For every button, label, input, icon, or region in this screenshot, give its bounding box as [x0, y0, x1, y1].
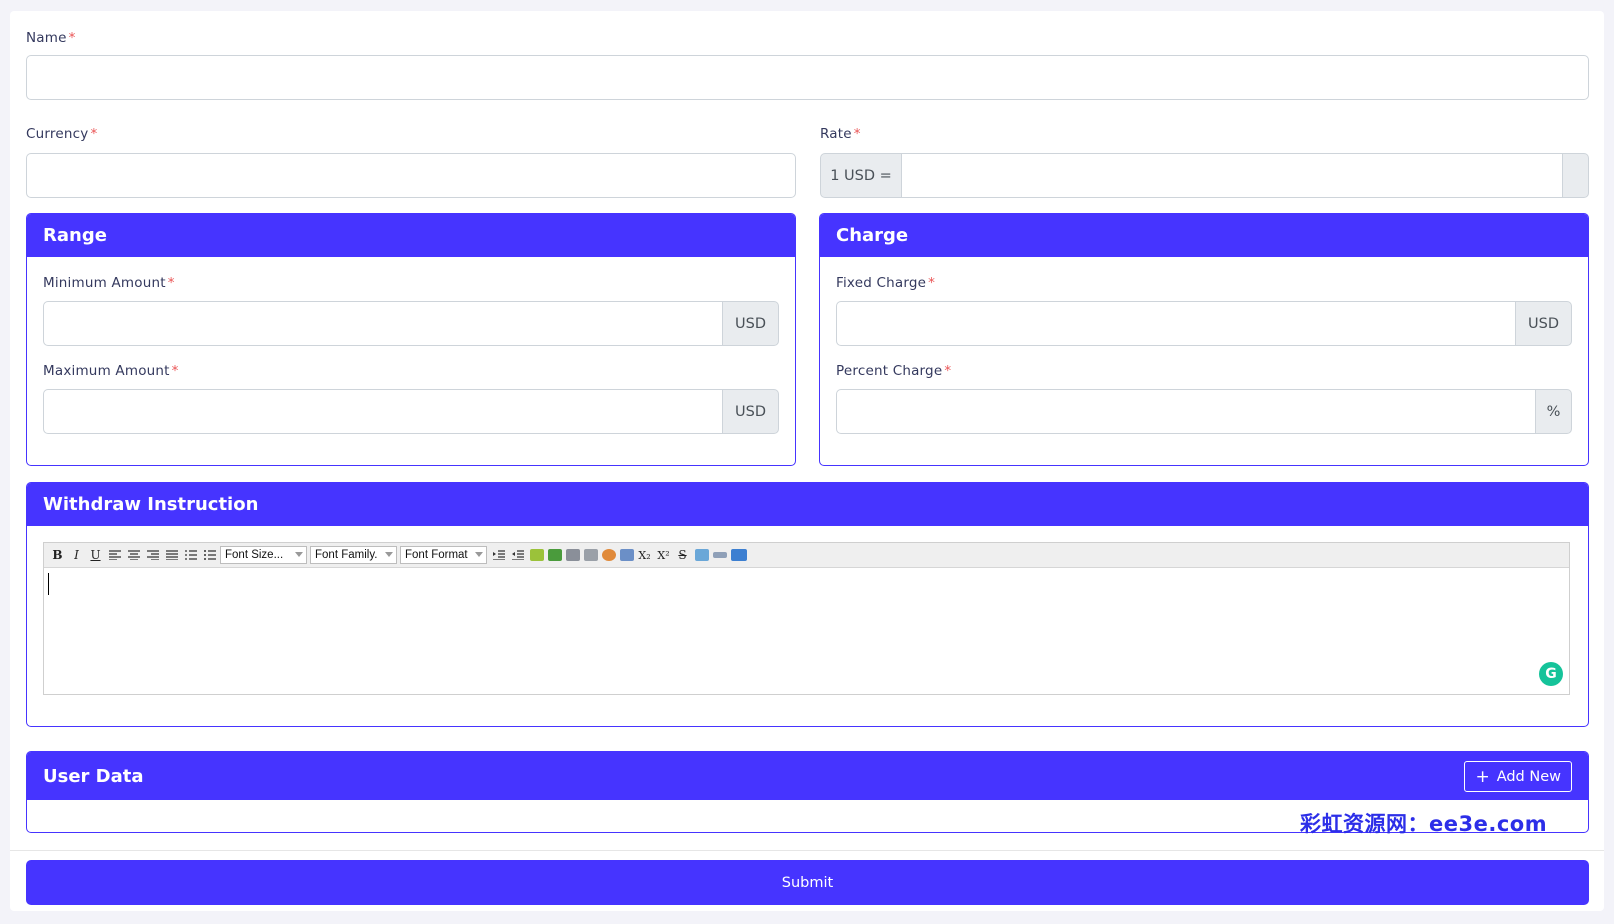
add-new-button[interactable]: + Add New: [1464, 761, 1572, 792]
user-data-title: User Data: [43, 765, 144, 787]
font-format-select[interactable]: Font Format: [400, 546, 487, 564]
rate-input[interactable]: [901, 153, 1563, 198]
charge-panel-header: Charge: [820, 214, 1588, 257]
percent-charge-input[interactable]: [836, 389, 1536, 434]
watermark: 彩虹资源网：ee3e.com: [1300, 812, 1548, 836]
chevron-down-icon: [475, 552, 483, 557]
rate-prefix: 1 USD =: [820, 153, 902, 198]
maximum-amount-input[interactable]: [43, 389, 723, 434]
currency-label: Currency *: [26, 126, 98, 142]
add-new-label: Add New: [1496, 768, 1561, 785]
text-color-icon[interactable]: [530, 549, 544, 561]
maximum-amount-label: Maximum Amount *: [43, 363, 179, 379]
withdraw-instruction-header: Withdraw Instruction: [27, 483, 1588, 526]
editor-toolbar: B I U Font Size... Font Family. Font For…: [44, 543, 1569, 568]
strikethrough-icon[interactable]: S: [674, 547, 691, 564]
charge-title: Charge: [836, 225, 909, 246]
percent-charge-label: Percent Charge *: [836, 363, 952, 379]
underline-button[interactable]: U: [87, 547, 104, 564]
align-justify-icon[interactable]: [163, 547, 180, 564]
indent-icon[interactable]: [490, 547, 507, 564]
range-title: Range: [43, 225, 107, 246]
align-center-icon[interactable]: [125, 547, 142, 564]
edit-html-icon[interactable]: [620, 549, 634, 561]
image-icon[interactable]: [602, 549, 616, 561]
required-mark: *: [171, 363, 179, 379]
ordered-list-icon[interactable]: [182, 547, 199, 564]
background-color-icon[interactable]: [548, 549, 562, 561]
font-size-select[interactable]: Font Size...: [220, 546, 307, 564]
unlink-icon[interactable]: [584, 549, 598, 561]
chevron-down-icon: [385, 552, 393, 557]
superscript-icon[interactable]: X²: [655, 547, 672, 564]
range-panel-header: Range: [27, 214, 795, 257]
withdraw-instruction-title: Withdraw Instruction: [43, 494, 259, 515]
editor-content[interactable]: [48, 571, 1565, 690]
grammarly-icon[interactable]: G: [1539, 662, 1563, 686]
required-mark: *: [167, 275, 175, 291]
subscript-icon[interactable]: X₂: [636, 547, 653, 564]
italic-button[interactable]: I: [68, 547, 85, 564]
currency-input[interactable]: [26, 153, 796, 198]
submit-button[interactable]: Submit: [26, 860, 1589, 905]
minimum-amount-input[interactable]: [43, 301, 723, 346]
maximum-amount-unit: USD: [722, 389, 779, 434]
required-mark: *: [944, 363, 952, 379]
required-mark: *: [90, 126, 98, 142]
name-input[interactable]: [26, 55, 1589, 100]
plus-icon: +: [1475, 766, 1490, 787]
remove-format-icon[interactable]: [695, 549, 709, 561]
link-icon[interactable]: [566, 549, 580, 561]
percent-charge-unit: %: [1535, 389, 1572, 434]
fixed-charge-label: Fixed Charge *: [836, 275, 936, 291]
rich-text-editor[interactable]: B I U Font Size... Font Family. Font For…: [43, 542, 1570, 695]
fixed-charge-unit: USD: [1515, 301, 1572, 346]
user-data-header: User Data + Add New: [27, 752, 1588, 800]
required-mark: *: [68, 30, 76, 46]
rate-label: Rate *: [820, 126, 861, 142]
name-label: Name *: [26, 30, 76, 46]
unordered-list-icon[interactable]: [201, 547, 218, 564]
divider: [10, 850, 1604, 851]
required-mark: *: [853, 126, 861, 142]
rate-suffix: [1562, 153, 1589, 198]
align-right-icon[interactable]: [144, 547, 161, 564]
required-mark: *: [928, 275, 936, 291]
align-left-icon[interactable]: [106, 547, 123, 564]
html-source-icon[interactable]: [731, 549, 747, 561]
minimum-amount-label: Minimum Amount *: [43, 275, 175, 291]
bold-button[interactable]: B: [49, 547, 66, 564]
font-family-select[interactable]: Font Family.: [310, 546, 397, 564]
horizontal-rule-icon[interactable]: [713, 552, 727, 558]
minimum-amount-unit: USD: [722, 301, 779, 346]
outdent-icon[interactable]: [509, 547, 526, 564]
fixed-charge-input[interactable]: [836, 301, 1516, 346]
chevron-down-icon: [295, 552, 303, 557]
